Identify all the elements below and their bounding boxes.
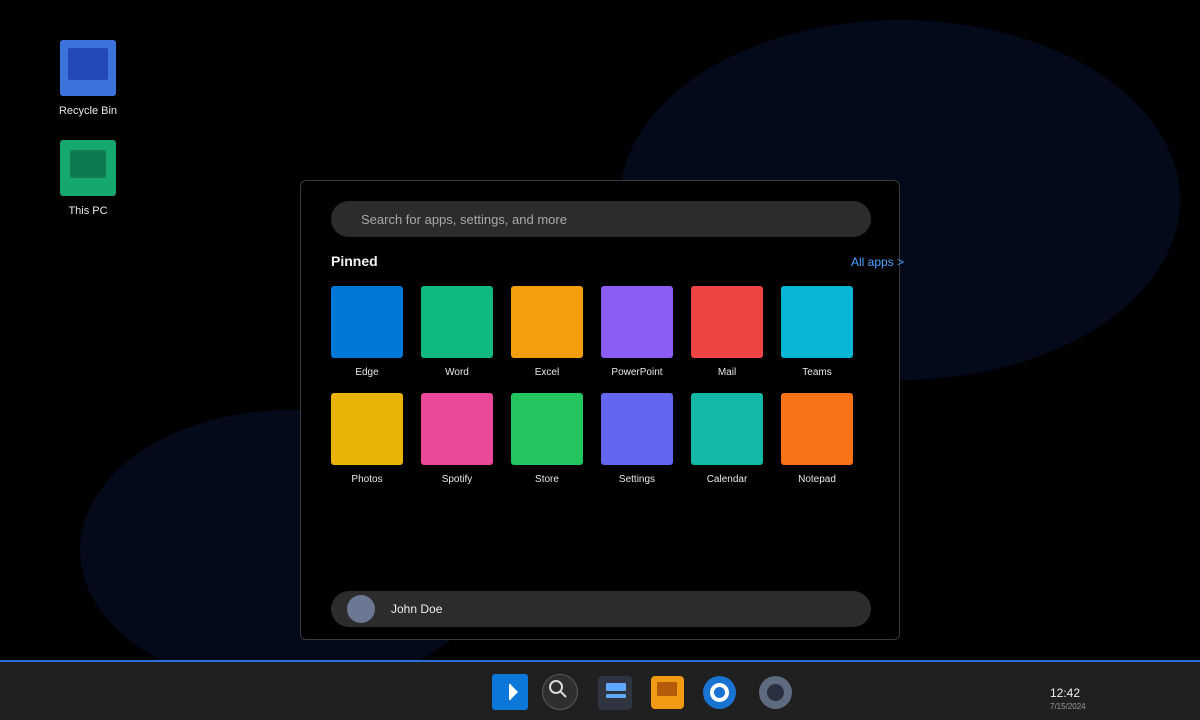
pinned-app-edge[interactable]: Edge [331,286,403,378]
store-icon [511,393,583,465]
app-label: Settings [618,474,656,485]
search-input[interactable] [331,201,871,237]
start-menu: Pinned All apps > Edge Word Excel PowerPoin… [300,180,904,640]
taskbar-search-button[interactable] [542,674,578,710]
clock-date[interactable]: 7/15/2024 [1050,702,1086,711]
app-label: Mail [717,367,737,378]
word-icon [421,286,493,358]
app-label: Calendar [706,474,748,485]
powerpoint-icon [601,286,673,358]
app-label: Edge [355,367,379,378]
pinned-app-mail[interactable]: Mail [691,286,763,378]
pinned-app-excel[interactable]: Excel [511,286,583,378]
start-button[interactable] [492,674,528,710]
this-pc-icon [60,140,116,196]
desktop-icon-this-pc[interactable]: This PC [48,140,128,217]
pinned-app-store[interactable]: Store [511,393,583,485]
pinned-app-word[interactable]: Word [421,286,493,378]
avatar [347,595,375,623]
pinned-app-settings[interactable]: Settings [601,393,673,485]
pinned-app-teams[interactable]: Teams [781,286,853,378]
pinned-app-photos[interactable]: Photos [331,393,403,485]
desktop-icon-label: This PC [68,205,108,217]
mail-icon [691,286,763,358]
app-label: PowerPoint [611,367,663,378]
browser-button[interactable] [703,676,736,709]
user-account-button[interactable]: John Doe [331,591,871,627]
user-name: John Doe [391,602,443,616]
photos-icon [331,393,403,465]
search-icon [549,680,567,698]
teams-icon [781,286,853,358]
store-icon [657,682,677,696]
app-label: Excel [534,367,560,378]
all-apps-button[interactable]: All apps > [851,255,904,269]
pinned-app-calendar[interactable]: Calendar [691,393,763,485]
spotify-icon [421,393,493,465]
desktop-icon-recycle-bin[interactable]: Recycle Bin [48,40,128,117]
app-label: Notepad [798,474,836,485]
file-explorer-icon [606,683,626,691]
start-icon [509,684,518,700]
clock-time[interactable]: 12:42 [1050,686,1080,700]
app-label: Word [445,367,469,378]
settings-icon [767,684,784,701]
pinned-app-notepad[interactable]: Notepad [781,393,853,485]
settings-button[interactable] [759,676,792,709]
notepad-icon [781,393,853,465]
pinned-app-powerpoint[interactable]: PowerPoint [601,286,673,378]
taskbar: 12:42 7/15/2024 [0,660,1200,720]
app-label: Store [535,474,559,485]
app-label: Spotify [441,474,473,485]
pinned-apps-grid: Edge Word Excel PowerPoint Mail Teams Photos Sp… [331,286,853,485]
app-label: Photos [351,474,383,485]
settings-icon [601,393,673,465]
pinned-app-spotify[interactable]: Spotify [421,393,493,485]
store-button[interactable] [651,676,684,709]
calendar-icon [691,393,763,465]
file-explorer-button[interactable] [598,676,632,710]
excel-icon [511,286,583,358]
recycle-bin-icon [60,40,116,96]
desktop-icon-label: Recycle Bin [58,105,118,117]
pinned-heading: Pinned [331,253,378,269]
edge-icon [331,286,403,358]
app-label: Teams [802,367,832,378]
